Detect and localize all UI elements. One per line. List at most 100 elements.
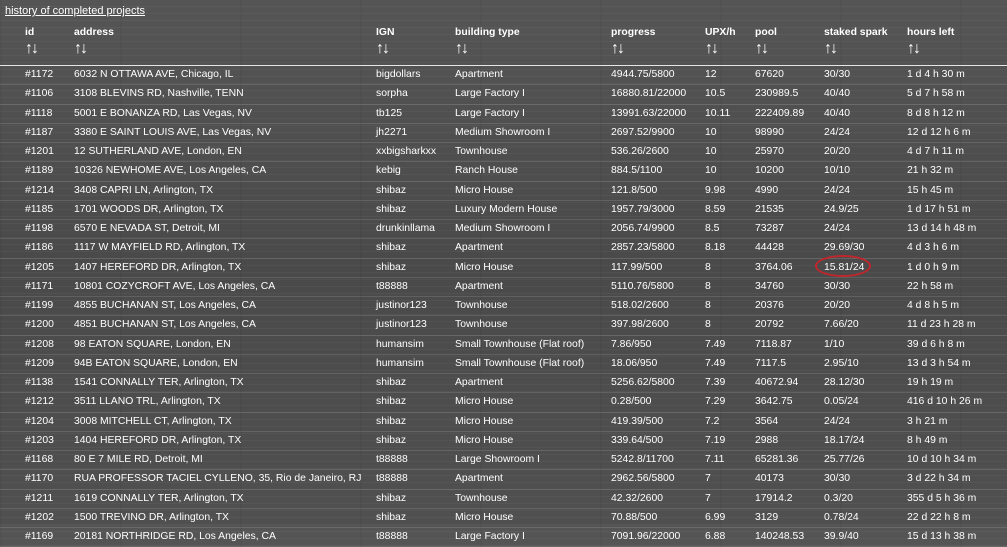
cell-progress: 16880.81/22000 (611, 84, 705, 105)
cell-pool: 7117.5 (755, 354, 824, 375)
cell-ign: shibaz (376, 181, 455, 201)
sort-arrows-icon[interactable]: ↑↓ (455, 41, 611, 57)
table-row: #1138 1541 CONNALLY TER, Arlington, TX shi… (0, 373, 1007, 394)
cell-id: #1214 (0, 181, 74, 201)
cell-hours-left: 3 h 21 m (907, 412, 1007, 432)
cell-staked-spark: 0.3/20 (824, 489, 907, 509)
cell-upx-per-hour: 8 (705, 296, 755, 317)
cell-ign: t88888 (376, 527, 455, 547)
cell-building-type-value: Apartment (455, 242, 503, 254)
cell-staked-spark-value: 0.3/20 (824, 492, 853, 504)
cell-upx-per-hour: 7 (705, 469, 755, 490)
cell-hours-left-value: 1 d 17 h 51 m (907, 203, 971, 215)
cell-hours-left-value: 13 d 14 h 48 m (907, 223, 977, 235)
cell-id: #1198 (0, 219, 74, 240)
cell-id: #1203 (0, 431, 74, 452)
cell-pool: 25970 (755, 142, 824, 163)
cell-address-value: 3380 E SAINT LOUIS AVE, Las Vegas, NV (74, 126, 272, 138)
cell-address-value: 5001 E BONANZA RD, Las Vegas, NV (74, 107, 252, 119)
column-header-building-type: building type ↑↓ (455, 25, 611, 66)
cell-hours-left-value: 15 d 13 h 38 m (907, 531, 977, 543)
cell-address: 80 E 7 MILE RD, Detroit, MI (74, 450, 376, 471)
cell-ign: shibaz (376, 489, 455, 509)
cell-staked-spark-value: 30/30 (824, 473, 851, 485)
sort-arrows-icon[interactable]: ↑↓ (611, 41, 705, 57)
cell-hours-left: 10 d 10 h 34 m (907, 450, 1007, 471)
table-body: #1172 6032 N OTTAWA AVE, Chicago, IL bigdo… (0, 65, 1007, 547)
projects-table: id ↑↓ address ↑↓ IGN ↑↓ building type ↑↓ pro… (0, 25, 1007, 547)
cell-hours-left-value: 3 h 21 m (907, 415, 948, 427)
sort-arrows-icon[interactable]: ↑↓ (824, 41, 907, 57)
cell-hours-left: 1 d 0 h 9 m (907, 258, 1007, 278)
cell-id-value: #1186 (25, 242, 54, 254)
cell-address-value: 4851 BUCHANAN ST, Los Angeles, CA (74, 319, 256, 331)
cell-upx-per-hour-value: 10 (705, 126, 717, 138)
cell-hours-left-value: 12 d 12 h 6 m (907, 126, 971, 138)
cell-address: 3108 BLEVINS RD, Nashville, TENN (74, 84, 376, 105)
cell-staked-spark-value: 40/40 (824, 88, 851, 100)
cell-id-value: #1205 (25, 261, 54, 273)
cell-hours-left-value: 1 d 4 h 30 m (907, 69, 965, 81)
cell-building-type: Micro House (455, 392, 611, 413)
table-row: #1168 80 E 7 MILE RD, Detroit, MI t88888 La… (0, 450, 1007, 471)
cell-ign-value: drunkinllama (376, 223, 435, 235)
sort-arrows-icon[interactable]: ↑↓ (755, 41, 824, 57)
cell-address-value: 10801 COZYCROFT AVE, Los Angeles, CA (74, 280, 276, 292)
cell-progress-value: 2697.52/9900 (611, 126, 675, 138)
cell-progress-value: 7091.96/22000 (611, 531, 681, 543)
cell-ign: t88888 (376, 450, 455, 471)
cell-id-value: #1171 (25, 280, 54, 292)
sort-arrows-icon[interactable]: ↑↓ (376, 41, 455, 57)
cell-id-value: #1200 (25, 319, 54, 331)
column-header-address: address ↑↓ (74, 25, 376, 66)
table-row: #1205 1407 HEREFORD DR, Arlington, TX shib… (0, 254, 1007, 278)
cell-address-value: 1619 CONNALLY TER, Arlington, TX (74, 492, 244, 504)
cell-ign-value: shibaz (376, 396, 407, 408)
cell-staked-spark-value: 24.9/25 (824, 203, 859, 215)
cell-address-value: 20181 NORTHRIDGE RD, Los Angeles, CA (74, 531, 276, 543)
cell-ign-value: shibaz (376, 242, 407, 254)
cell-address: 94B EATON SQUARE, London, EN (74, 354, 376, 375)
cell-address: 1404 HEREFORD DR, Arlington, TX (74, 431, 376, 452)
cell-progress: 7.86/950 (611, 335, 705, 355)
cell-pool-value: 7118.87 (755, 338, 792, 350)
cell-address-value: 6570 E NEVADA ST, Detroit, MI (74, 223, 220, 235)
cell-upx-per-hour-value: 6.99 (705, 511, 726, 523)
cell-address-value: 1407 HEREFORD DR, Arlington, TX (74, 261, 242, 273)
cell-staked-spark: 1/10 (824, 335, 907, 355)
cell-pool: 222409.89 (755, 104, 824, 124)
cell-ign: shibaz (376, 373, 455, 394)
cell-staked-spark-value: 1/10 (824, 338, 845, 350)
cell-id-value: #1170 (25, 473, 54, 485)
cell-hours-left: 5 d 7 h 58 m (907, 84, 1007, 105)
cell-pool: 67620 (755, 65, 824, 86)
sort-arrows-icon[interactable]: ↑↓ (74, 41, 376, 57)
cell-id: #1106 (0, 84, 74, 105)
column-header-hours-left: hours left ↑↓ (907, 25, 1007, 66)
cell-building-type-value: Apartment (455, 69, 503, 81)
cell-building-type: Micro House (455, 258, 611, 278)
table-row: #1172 6032 N OTTAWA AVE, Chicago, IL bigdo… (0, 65, 1007, 86)
cell-building-type-value: Medium Showroom I (455, 223, 551, 235)
cell-id-value: #1212 (25, 396, 54, 408)
cell-id-value: #1214 (25, 184, 54, 196)
cell-pool-value: 3564 (755, 415, 779, 427)
sort-arrows-icon[interactable]: ↑↓ (25, 41, 74, 57)
cell-address-value: 3511 LLANO TRL, Arlington, TX (74, 396, 221, 408)
cell-id-value: #1211 (25, 492, 54, 504)
column-label: id (25, 27, 35, 38)
cell-address: 4851 BUCHANAN ST, Los Angeles, CA (74, 315, 376, 336)
cell-address: 10326 NEWHOME AVE, Los Angeles, CA (74, 161, 376, 182)
table-row: #1204 3008 MITCHELL CT, Arlington, TX shib… (0, 412, 1007, 432)
cell-address: 5001 E BONANZA RD, Las Vegas, NV (74, 104, 376, 124)
sort-arrows-icon[interactable]: ↑↓ (705, 41, 755, 57)
cell-building-type-value: Apartment (455, 280, 503, 292)
cell-staked-spark-value: 20/20 (824, 146, 851, 158)
sort-arrows-icon[interactable]: ↑↓ (907, 41, 1007, 57)
cell-staked-spark: 15.81/24 (814, 254, 907, 278)
cell-pool-value: 4990 (755, 184, 779, 196)
cell-staked-spark: 24.9/25 (824, 200, 907, 221)
cell-id: #1204 (0, 412, 74, 432)
cell-staked-spark: 20/20 (824, 142, 907, 163)
history-of-completed-projects-link[interactable]: history of completed projects (5, 5, 145, 17)
